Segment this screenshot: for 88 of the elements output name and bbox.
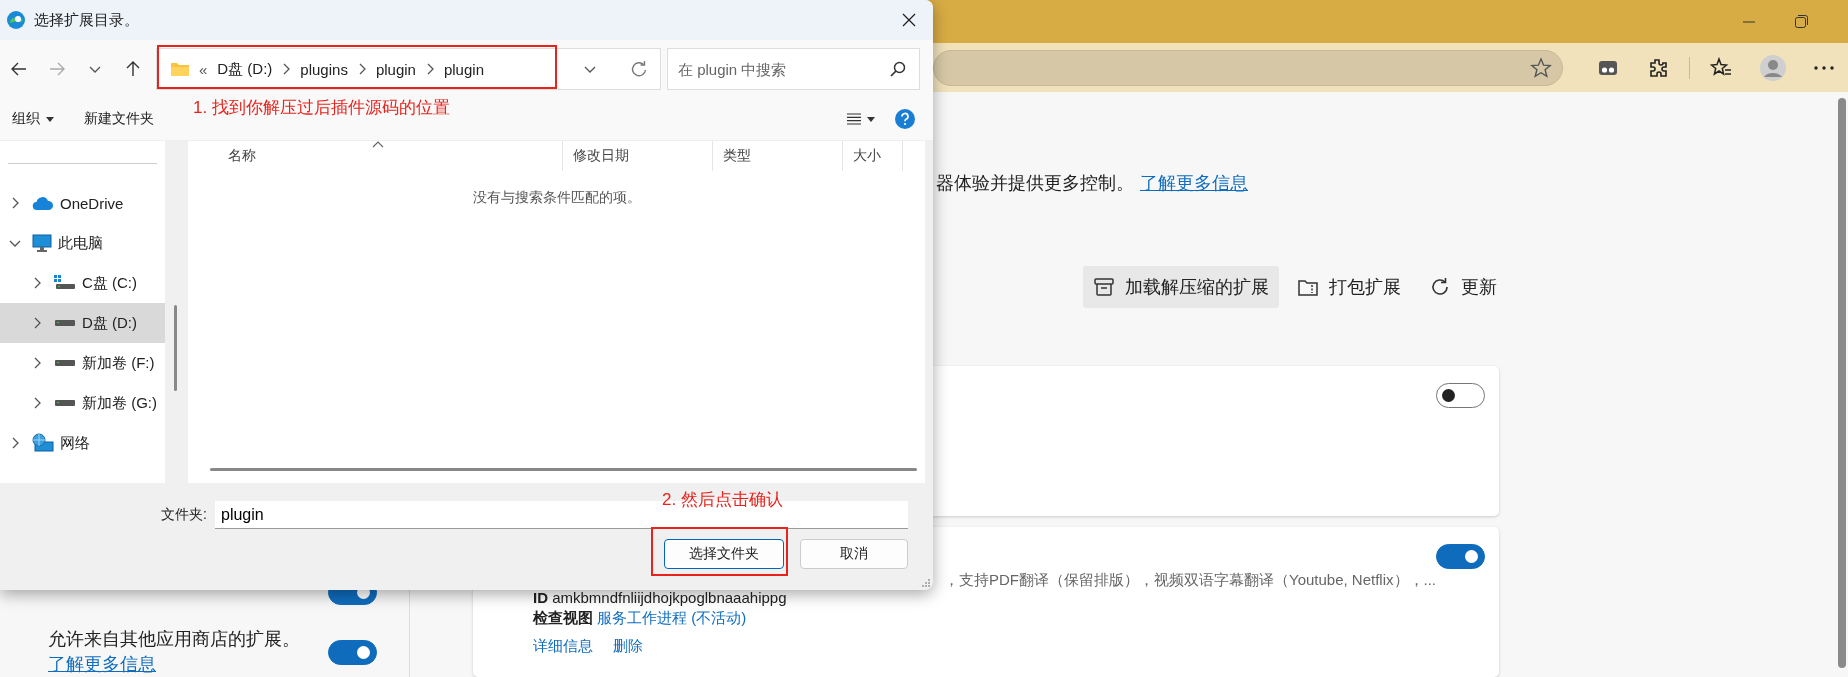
forward-arrow-icon [49, 62, 65, 76]
nav-item[interactable]: 网络 [0, 423, 165, 463]
refresh-icon [630, 60, 648, 78]
select-folder-button[interactable]: 选择文件夹 [664, 539, 784, 569]
toggle-switch[interactable] [328, 639, 377, 665]
caret-icon [46, 116, 54, 122]
empty-message: 没有与搜索条件匹配的项。 [472, 189, 641, 205]
drive-icon [54, 317, 76, 329]
toggle-switch[interactable] [1436, 544, 1485, 569]
sort-caret-icon [372, 141, 384, 148]
chevron-right-icon [11, 437, 19, 449]
chevron-right-icon [425, 63, 434, 75]
cancel-button[interactable]: 取消 [800, 539, 908, 569]
chevron-right-icon [282, 63, 291, 75]
cloud-icon [32, 195, 54, 211]
extensions-icon [1647, 56, 1670, 79]
column-header[interactable]: 类型 [713, 141, 843, 171]
caret-icon [867, 116, 875, 122]
chevron-right-icon [33, 277, 41, 289]
address-field[interactable]: « D盘 (D:) plugins plugin plugin [156, 48, 661, 90]
scrollbar[interactable] [1838, 98, 1846, 668]
intro-text: 器体验并提供更多控制。 [936, 172, 1134, 195]
scrollbar[interactable] [210, 468, 917, 471]
refresh-icon [1429, 276, 1451, 298]
chevron-right-icon [357, 63, 366, 75]
action-button[interactable]: 加载解压缩的扩展 [1083, 266, 1279, 308]
archive-icon [1093, 276, 1115, 298]
resize-grip-icon [921, 578, 931, 588]
nav-item[interactable]: 新加卷 (F:) [0, 343, 165, 383]
close-icon [902, 13, 916, 27]
drive-icon [54, 397, 76, 409]
breadcrumb[interactable]: plugin [443, 60, 484, 78]
breadcrumb[interactable]: plugin [375, 60, 416, 78]
setting-label: 允许来自其他应用商店的扩展。 了解更多信息 [48, 628, 301, 676]
action-button[interactable]: 更新 [1419, 266, 1507, 308]
field-label: 文件夹: [161, 506, 207, 524]
nav-item[interactable]: OneDrive [0, 183, 165, 223]
extension-description: ，支持PDF翻译（保留排版），视频双语字幕翻译（Youtube, Netflix），... [944, 571, 1437, 590]
folder-icon [171, 62, 189, 76]
search-icon [890, 61, 906, 77]
monitor-icon [32, 234, 52, 252]
restore-icon [1795, 15, 1808, 28]
list-view-icon [847, 113, 861, 125]
window-title: 选择扩展目录。 [34, 10, 140, 30]
nav-item[interactable]: C盘 (C:) [0, 263, 165, 303]
chevron-down-icon [89, 65, 101, 73]
breadcrumb[interactable]: plugins [300, 60, 348, 78]
column-header[interactable]: 修改日期 [563, 141, 713, 171]
more-button[interactable] [1814, 65, 1834, 70]
extensions-button[interactable] [1647, 56, 1670, 79]
up-arrow-icon [126, 61, 140, 77]
toolbar-button[interactable]: 组织 [12, 106, 54, 132]
network-icon [32, 433, 54, 453]
learn-more-link[interactable]: 了解更多信息 [1140, 171, 1248, 195]
search-field[interactable]: 在 plugin 中搜索 [667, 48, 920, 90]
inspect-label: 检查视图 [533, 609, 593, 628]
learn-more-link[interactable]: 了解更多信息 [48, 654, 156, 674]
overflow-chevron[interactable]: « [199, 60, 208, 78]
nav-item[interactable]: 此电脑 [0, 223, 165, 263]
inspect-link[interactable]: 服务工作进程 (不活动) [597, 609, 747, 628]
nav-item[interactable]: D盘 (D:) [0, 303, 165, 343]
drive-icon [54, 275, 76, 291]
column-header[interactable]: 大小 [843, 141, 903, 171]
drive-icon [54, 357, 76, 369]
nav-item[interactable]: 新加卷 (G:) [0, 383, 165, 423]
browser-logo-icon [6, 10, 26, 30]
chevron-down-icon [584, 65, 596, 73]
more-icon [1814, 65, 1834, 70]
chevron-right-icon [33, 397, 41, 409]
profile-icon [1760, 54, 1786, 81]
column-header[interactable]: 名称 [208, 141, 563, 171]
extension-link[interactable]: 删除 [613, 637, 643, 656]
annotation-text: 1. 找到你解压过后插件源码的位置 [193, 97, 450, 119]
action-button[interactable]: 打包扩展 [1287, 266, 1411, 308]
toolbar-button[interactable]: 新建文件夹 [84, 106, 154, 132]
profile-button[interactable] [1760, 54, 1786, 81]
back-arrow-icon [11, 62, 27, 76]
scrollbar[interactable] [174, 305, 177, 391]
chevron-right-icon [33, 357, 41, 369]
chevron-down-icon [9, 239, 21, 247]
star-icon [1530, 56, 1553, 79]
chevron-right-icon [11, 197, 19, 209]
help-icon [895, 109, 915, 129]
breadcrumb[interactable]: D盘 (D:) [217, 59, 273, 79]
extension-id: ID amkbmndfnliijdhojkpoglbnaaahippg [533, 589, 787, 606]
extension-link[interactable]: 详细信息 [533, 637, 593, 656]
toggle-switch[interactable] [1436, 383, 1485, 408]
chevron-right-icon [33, 317, 41, 329]
